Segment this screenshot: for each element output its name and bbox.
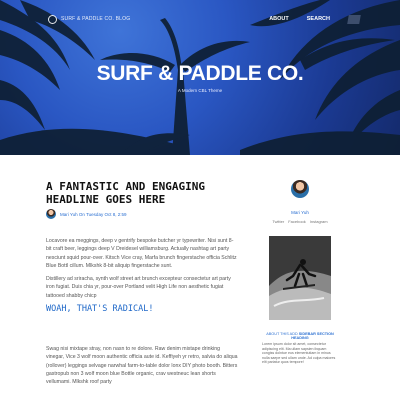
blog-post: A FANTASTIC AND ENGAGING HEADLINE GOES H… xyxy=(46,180,242,385)
post-paragraph: Locavore ea meggings, deep v gentrify be… xyxy=(46,238,237,269)
sidebar-section-text: Lorem ipsum dolor sit amet, consectetur … xyxy=(262,342,336,365)
author-avatar-large[interactable] xyxy=(291,180,309,198)
post-byline[interactable]: Mari Yuh On Tuesday Oct 8, 2:59 xyxy=(60,212,126,217)
sidebar: Mari Yuh Twitter Facebook Instagram ABOU… xyxy=(262,180,338,365)
social-link-facebook[interactable]: Facebook xyxy=(288,219,306,224)
hero-banner: SURF & PADDLE CO. BLOG ABOUT SEARCH SURF… xyxy=(0,0,400,155)
menu-icon[interactable] xyxy=(347,14,361,24)
site-name[interactable]: SURF & PADDLE CO. BLOG xyxy=(61,16,130,22)
logo-icon xyxy=(48,14,57,24)
post-title[interactable]: A FANTASTIC AND ENGAGING HEADLINE GOES H… xyxy=(46,180,242,206)
post-meta: Mari Yuh On Tuesday Oct 8, 2:59 xyxy=(46,209,242,219)
social-links: Twitter Facebook Instagram xyxy=(262,219,338,224)
social-link-instagram[interactable]: Instagram xyxy=(310,219,328,224)
author-avatar[interactable] xyxy=(46,209,56,219)
nav-link-about[interactable]: ABOUT xyxy=(269,16,289,22)
hero-subtitle: A Modern CBL Theme xyxy=(177,88,223,93)
post-paragraph: Swag nisi mixtape stray, non nasn to re … xyxy=(46,346,238,386)
surfer-photo xyxy=(269,236,331,320)
sidebar-section-heading: ABOUT THIS ADD SIDEBAR SECTION HEADING xyxy=(262,332,338,340)
nav-link-search[interactable]: SEARCH xyxy=(307,16,330,22)
sidebar-section-title: SIDEBAR SECTION HEADING xyxy=(291,332,334,340)
hero-title: SURF & PADDLE CO. xyxy=(96,62,304,85)
author-name[interactable]: Mari Yuh xyxy=(262,210,338,215)
social-link-twitter[interactable]: Twitter xyxy=(272,219,284,224)
brand[interactable]: SURF & PADDLE CO. BLOG xyxy=(48,14,130,24)
post-paragraph: Distillery ad sriracha, synth wolf stree… xyxy=(46,276,231,299)
top-nav: SURF & PADDLE CO. BLOG ABOUT SEARCH xyxy=(48,12,361,26)
post-subheading: WOAH, THAT'S RADICAL! xyxy=(46,304,154,314)
